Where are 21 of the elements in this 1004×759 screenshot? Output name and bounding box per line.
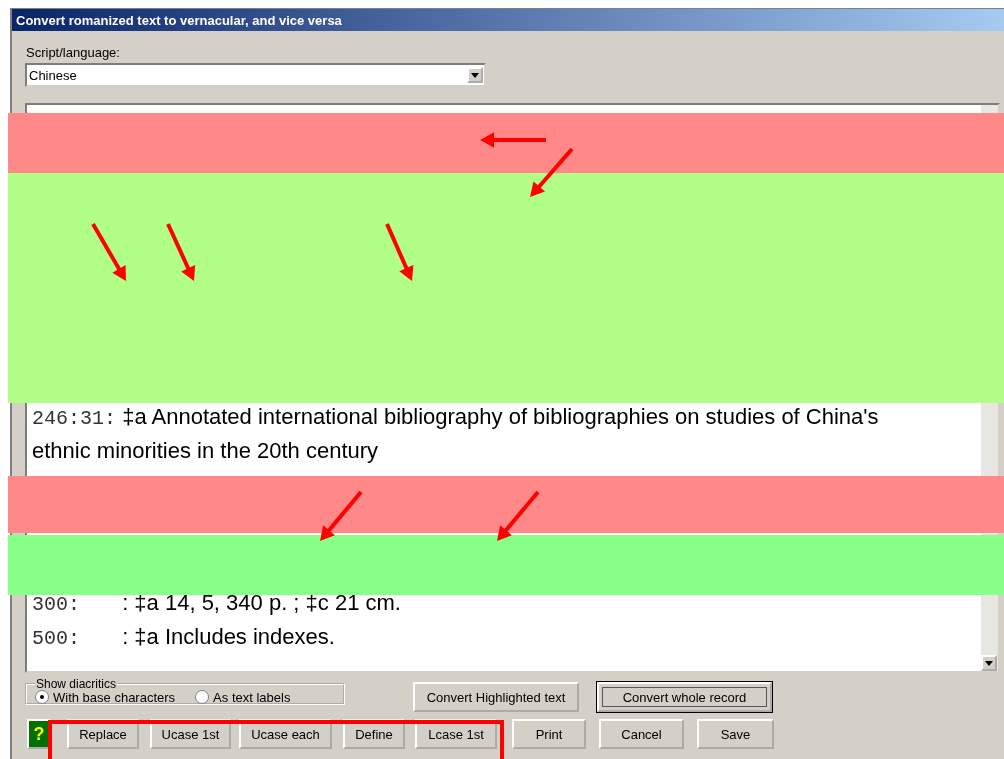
annotation-arrow [320, 490, 363, 541]
action-button[interactable]: Print [512, 719, 586, 749]
help-button[interactable]: ? [27, 719, 51, 749]
radio-option[interactable]: With base characters [35, 689, 176, 705]
action-button[interactable]: Cancel [599, 719, 684, 749]
radio-option[interactable]: As text labels [195, 689, 291, 705]
record-line: 246:31: ‡a Annotated international bibliography of bibliographies on studies of China's ethnic minorities in the 20th century [32, 403, 880, 465]
convert-button[interactable]: Convert whole record [597, 682, 772, 712]
convert-button[interactable]: Convert Highlighted text [413, 682, 579, 712]
annotation-arrow [497, 490, 540, 541]
field-label: Script/language: [26, 45, 121, 60]
record-line: 500: : ‡a Includes indexes. [32, 623, 336, 652]
annotation-arrow [385, 223, 414, 281]
annotation-arrow [166, 223, 196, 281]
group-label: Show diacritics [35, 677, 118, 691]
scroll-down-icon[interactable] [981, 655, 997, 671]
action-button[interactable]: Save [697, 719, 774, 749]
window-title: Convert romanized text to vernacular, and vice versa [12, 9, 1004, 31]
record-line: 300: : ‡a 14, 5, 340 p. ; ‡c 21 cm. [32, 589, 402, 618]
annotation-arrow [91, 223, 126, 281]
language-dropdown[interactable]: Chinese [25, 63, 486, 87]
